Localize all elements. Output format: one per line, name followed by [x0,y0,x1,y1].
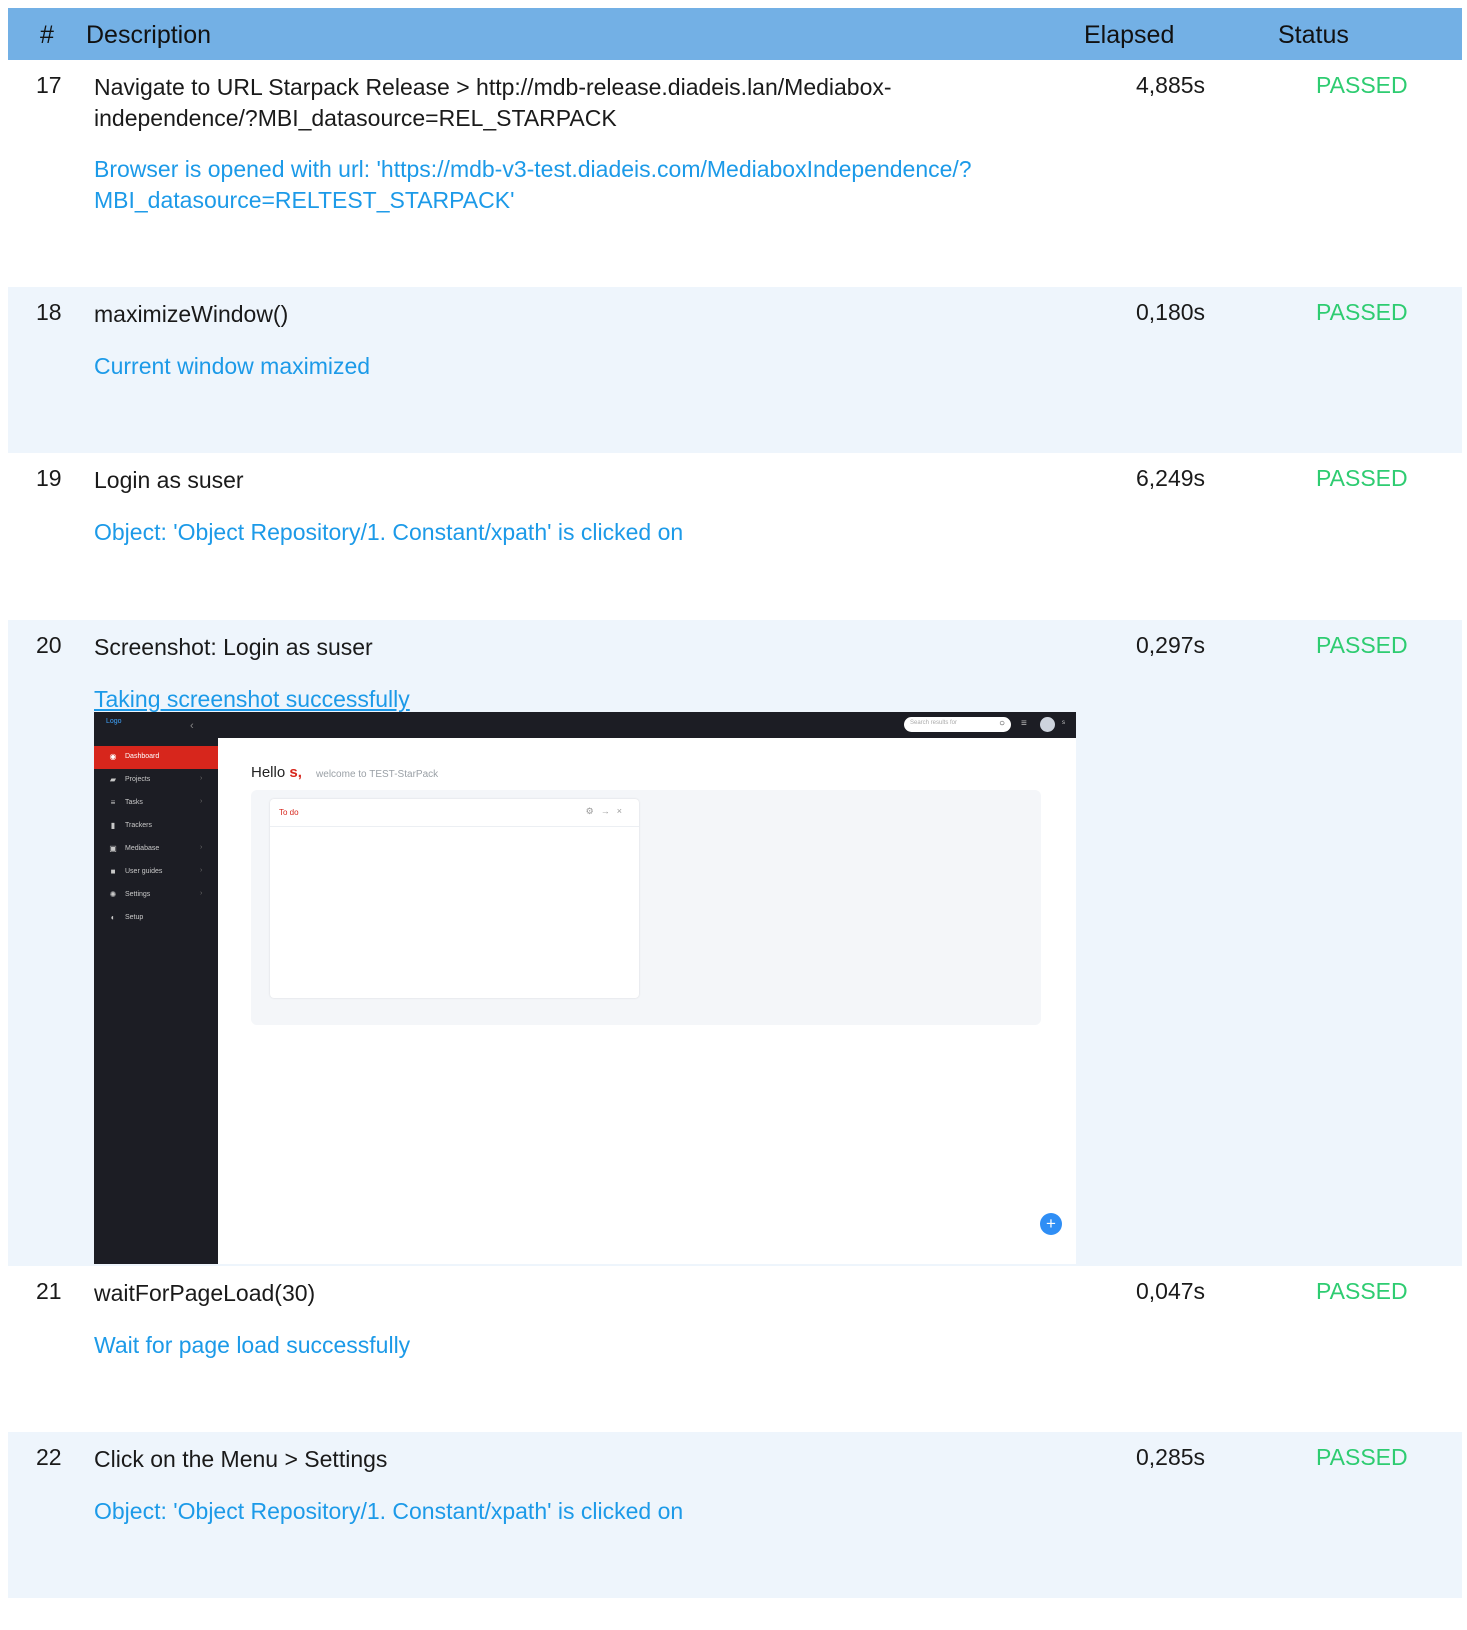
sidebar-item-projects: ▰ Projects › [94,769,218,792]
app-logo: Logo [106,718,122,725]
step-description: Navigate to URL Starpack Release > http:… [94,74,892,131]
step-elapsed: 0,297s [1136,632,1206,658]
sidebar-item-mediabase: ▣ Mediabase › [94,838,218,861]
step-description: waitForPageLoad(30) [94,1280,316,1306]
search-placeholder: Search results for [910,720,958,726]
step-log-message: Wait for page load successfully [94,1332,411,1358]
arrow-right-icon: → [600,806,617,816]
sidebar-nav: ◉ Dashboard ▰ Projects › ≡ Tasks › ▮ Tra… [94,746,218,930]
column-header-num: # [40,21,54,49]
search-input: Search results for ○ [904,717,1011,732]
add-button: + [1040,1213,1062,1235]
screenshot-thumbnail[interactable]: Logo ‹ ◉ Dashboard ▰ Projects › ≡ Tasks [94,712,1076,1264]
step-description: Click on the Menu > Settings [94,1446,388,1472]
sidebar-item-label: Setup [125,914,144,921]
sidebar-item-user-guides: ■ User guides › [94,861,218,884]
chevron-right-icon: › [200,867,203,874]
dashboard-area: To do ⚙→× [251,790,1041,1025]
sidebar-item-trackers: ▮ Trackers [94,815,218,838]
column-header-status: Status [1278,21,1349,49]
greeting-name: s, [289,764,302,781]
table-row: 22 Click on the Menu > Settings 0,285s P… [8,1432,1462,1598]
step-number: 22 [36,1444,62,1470]
avatar [1040,717,1055,732]
sidebar-item-label: Dashboard [125,753,160,760]
app-main-content: Hello s, welcome to TEST-StarPack To do … [218,738,1076,1264]
folder-icon: ■ [110,867,116,876]
gear-icon: ⚙ [585,806,601,816]
table-row: 18 maximizeWindow() 0,180s PASSED Curren… [8,287,1462,453]
test-report-table: # Description Elapsed Status 17 Navigate… [8,8,1462,1598]
step-log-message: Object: 'Object Repository/1. Constant/x… [94,519,684,545]
table-header: # Description Elapsed Status [8,8,1462,60]
dashboard-icon: ◉ [109,752,117,761]
column-header-description: Description [86,21,212,49]
clipboard-icon: ▮ [110,821,116,830]
step-elapsed: 0,285s [1136,1444,1206,1470]
menu-icon: ≡ [1021,718,1027,729]
close-icon: × [616,806,629,816]
step-description: maximizeWindow() [94,301,289,327]
status-badge: PASSED [1316,465,1408,491]
sidebar-item-label: Projects [125,776,151,783]
step-elapsed: 0,047s [1136,1278,1206,1304]
user-name: s [1062,720,1065,726]
table-row: 17 Navigate to URL Starpack Release > ht… [8,60,1462,287]
sidebar-item-label: Mediabase [125,845,160,852]
sidebar-item-dashboard: ◉ Dashboard [94,746,218,769]
step-log-message: Current window maximized [94,353,371,379]
status-badge: PASSED [1316,1278,1408,1304]
status-badge: PASSED [1316,299,1408,325]
widget-actions: ⚙→× [586,806,629,817]
sidebar-item-label: User guides [125,868,163,875]
status-badge: PASSED [1316,72,1408,98]
status-badge: PASSED [1316,1444,1408,1470]
search-icon: ○ [998,718,1005,729]
table-row: 20 Screenshot: Login as suser 0,297s PAS… [8,620,1462,1266]
step-number: 21 [36,1278,62,1304]
toggle-icon: ◐ [110,913,116,922]
step-number: 17 [36,72,62,98]
step-elapsed: 4,885s [1136,72,1206,98]
chevron-right-icon: › [200,890,203,897]
step-description: Screenshot: Login as suser [94,634,373,660]
step-number: 19 [36,465,62,491]
sidebar-item-settings: ✺ Settings › [94,884,218,907]
gear-icon: ✺ [109,890,117,899]
app-sidebar: Logo ‹ ◉ Dashboard ▰ Projects › ≡ Tasks [94,712,218,1264]
step-elapsed: 6,249s [1136,465,1206,491]
step-number: 20 [36,632,62,658]
sidebar-item-label: Tasks [125,799,143,806]
status-badge: PASSED [1316,632,1408,658]
step-log-message: Object: 'Object Repository/1. Constant/x… [94,1498,684,1524]
step-number: 18 [36,299,62,325]
column-header-elapsed: Elapsed [1084,21,1175,49]
sidebar-item-setup: ◐ Setup [94,907,218,930]
step-log-message: Browser is opened with url: 'https://mdb… [94,156,972,213]
step-elapsed: 0,180s [1136,299,1206,325]
greeting: Hello s, welcome to TEST-StarPack [251,764,438,781]
step-log-message[interactable]: Taking screenshot successfully [94,684,1094,715]
table-row: 19 Login as suser 6,249s PASSED Object: … [8,453,1462,620]
folder-open-icon: ▰ [109,775,117,784]
sidebar-item-tasks: ≡ Tasks › [94,792,218,815]
greeting-text: Hello [251,764,286,781]
todo-widget: To do ⚙→× [270,799,639,998]
welcome-text: welcome to TEST-StarPack [316,769,439,780]
step-description: Login as suser [94,467,244,493]
sidebar-item-label: Trackers [125,822,152,829]
table-row: 21 waitForPageLoad(30) 0,047s PASSED Wai… [8,1266,1462,1432]
chevron-right-icon: › [200,798,203,805]
list-icon: ≡ [110,798,116,807]
chevron-right-icon: › [200,775,203,782]
chevron-right-icon: › [200,844,203,851]
image-icon: ▣ [109,844,117,853]
sidebar-item-label: Settings [125,891,151,898]
chevron-left-icon: ‹ [190,720,194,732]
todo-widget-header: To do ⚙→× [270,799,639,827]
todo-widget-title: To do [279,808,299,817]
